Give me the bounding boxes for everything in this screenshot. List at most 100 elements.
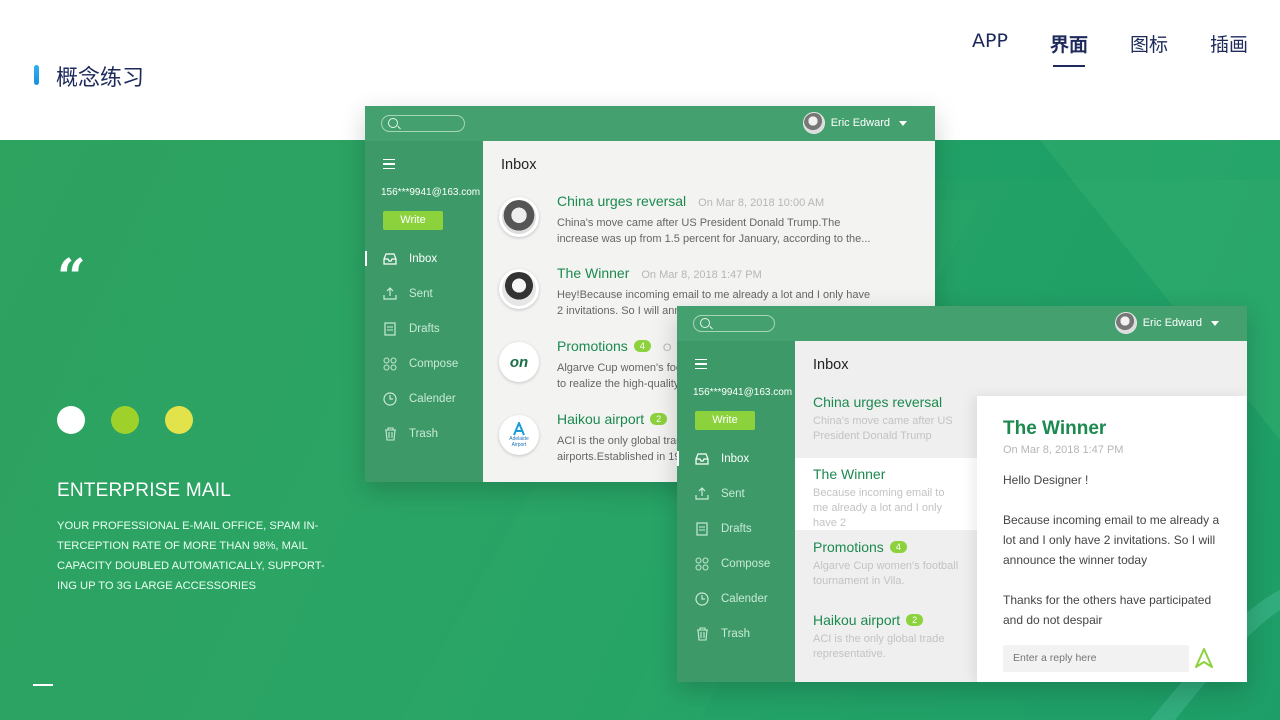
sidebar-item-label: Inbox (409, 252, 438, 265)
user-menu[interactable]: Eric Edward (1114, 312, 1219, 334)
mail-preview: ACI is the only global trade representat… (813, 633, 945, 660)
mail-list-pane: Inbox China urges reversal China's move … (795, 341, 1247, 682)
sidebar-item-inbox[interactable]: Inbox (365, 241, 483, 276)
list-item[interactable]: Haikou airport 2 ACI is the only global t… (795, 604, 977, 676)
sidebar-nav: Inbox Sent Drafts Compose Calender Trash (677, 441, 795, 651)
section-title: ENTERPRISE MAIL (57, 480, 232, 501)
search-icon (700, 318, 710, 328)
sidebar-item-label: Drafts (409, 322, 440, 335)
sidebar-item-calender[interactable]: Calender (365, 381, 483, 416)
write-button[interactable]: Write (695, 411, 755, 430)
mail-subject: Promotions (557, 338, 628, 354)
sidebar-item-label: Compose (409, 357, 459, 370)
inbox-title: Inbox (501, 157, 537, 173)
inbox-title: Inbox (813, 357, 849, 373)
sidebar-item-label: Calender (409, 392, 456, 405)
nav-app[interactable]: APP (972, 30, 1008, 65)
sender-avatar: Adelaide Airport (499, 415, 539, 455)
sidebar-nav: Inbox Sent Drafts Compose Calender Trash (365, 241, 483, 451)
inbox-icon (695, 452, 709, 466)
sidebar-item-trash[interactable]: Trash (677, 616, 795, 651)
write-button[interactable]: Write (383, 211, 443, 230)
grid-icon (383, 357, 397, 371)
mail-subject-line: Promotions 4 (813, 539, 959, 555)
sidebar-item-sent[interactable]: Sent (677, 476, 795, 511)
sidebar-item-compose[interactable]: Compose (677, 546, 795, 581)
section-description: YOUR PROFESSIONAL E-MAIL OFFICE, SPAM IN… (57, 516, 332, 596)
mail-window-reader: Eric Edward 156***9941@163.com Write Inb… (677, 306, 1247, 682)
mail-subject: Promotions (813, 539, 884, 555)
sidebar-item-label: Compose (721, 557, 771, 570)
mail-preview: China's move came after US President Don… (557, 217, 871, 245)
airport-logo-icon (513, 422, 525, 436)
search-input[interactable] (693, 315, 775, 332)
sender-avatar (499, 197, 539, 237)
trash-icon (695, 626, 709, 641)
mail-subject-line: The Winner On Mar 8, 2018 1:47 PM (557, 265, 762, 281)
list-item[interactable]: China urges reversal China's move came a… (795, 386, 977, 458)
sidebar-item-label: Trash (721, 627, 750, 640)
account-email: 156***9941@163.com (693, 387, 793, 398)
window-topbar: Eric Edward (677, 306, 1247, 341)
search-input[interactable] (381, 115, 465, 132)
chevron-down-icon (1211, 320, 1219, 326)
mail-preview: Algarve Cup women's foo to realize the h… (557, 362, 682, 390)
sidebar-item-label: Sent (409, 287, 433, 300)
upload-icon (383, 287, 397, 301)
nav-illustration[interactable]: 插画 (1210, 30, 1248, 65)
sidebar-item-inbox[interactable]: Inbox (677, 441, 795, 476)
message-title: The Winner (1003, 418, 1107, 439)
list-item[interactable]: China urges reversal On Mar 8, 2018 10:00… (499, 193, 899, 259)
avatar-label: Adelaide Airport (509, 436, 529, 448)
sidebar-item-sent[interactable]: Sent (365, 276, 483, 311)
top-nav: APP 界面 图标 插画 (972, 30, 1248, 67)
clock-icon (383, 391, 397, 406)
list-item[interactable]: Promotions 4 Algarve Cup women's football… (795, 531, 977, 603)
grid-icon (695, 557, 709, 571)
reply-input[interactable] (1003, 645, 1189, 672)
mail-preview: China's move came after US President Don… (813, 415, 953, 442)
footer-dash (33, 684, 53, 686)
clock-icon (695, 591, 709, 606)
inbox-icon (383, 252, 397, 266)
mail-subject: China urges reversal (557, 193, 687, 209)
description-line: ING UP TO 3G LARGE ACCESSORIES (57, 580, 256, 592)
sidebar: 156***9941@163.com Write Inbox Sent Draf… (677, 341, 795, 682)
chevron-down-icon (899, 120, 907, 126)
mail-preview: ACI is the only global trac airports.Est… (557, 435, 682, 463)
nav-interface[interactable]: 界面 (1050, 30, 1088, 67)
quote-mark: “ (57, 247, 86, 306)
mail-subject: The Winner (813, 466, 886, 482)
mail-subject-line: Haikou airport 2 (813, 612, 959, 628)
nav-icons[interactable]: 图标 (1130, 30, 1168, 65)
user-name: Eric Edward (830, 117, 890, 129)
sidebar-item-drafts[interactable]: Drafts (677, 511, 795, 546)
mail-subject: Haikou airport (813, 612, 901, 628)
description-line: CAPACITY DOUBLED AUTOMATICALLY, SUPPORT- (57, 560, 325, 572)
message-paragraph: Because incoming email to me already a l… (1003, 513, 1220, 567)
description-line: YOUR PROFESSIONAL E-MAIL OFFICE, SPAM IN… (57, 520, 319, 532)
sidebar: 156***9941@163.com Write Inbox Sent Draf… (365, 141, 483, 482)
message-body: Hello Designer ! Because incoming email … (1003, 470, 1221, 630)
avatar-label: on (509, 353, 529, 371)
sidebar-item-label: Calender (721, 592, 768, 605)
page-title: 概念练习 (56, 66, 145, 91)
sidebar-item-trash[interactable]: Trash (365, 416, 483, 451)
sidebar-item-drafts[interactable]: Drafts (365, 311, 483, 346)
unread-badge: 4 (889, 541, 907, 553)
reading-pane: The Winner On Mar 8, 2018 1:47 PM Hello … (977, 396, 1247, 682)
sidebar-item-calender[interactable]: Calender (677, 581, 795, 616)
menu-icon[interactable] (695, 359, 707, 372)
mail-subject: The Winner (557, 265, 630, 281)
sidebar-item-compose[interactable]: Compose (365, 346, 483, 381)
send-icon[interactable] (1195, 648, 1213, 668)
mail-date: On Mar 8, 2018 10:00 AM (698, 197, 825, 209)
sidebar-item-label: Sent (721, 487, 745, 500)
message-paragraph: Thanks for the others have participated … (1003, 593, 1212, 627)
list-item-selected[interactable]: The Winner Because incoming email to me … (795, 458, 977, 530)
avatar (1114, 312, 1137, 334)
menu-icon[interactable] (383, 159, 395, 172)
unread-badge: 4 (633, 340, 651, 352)
window-topbar: Eric Edward (365, 106, 935, 141)
user-menu[interactable]: Eric Edward (802, 112, 907, 134)
